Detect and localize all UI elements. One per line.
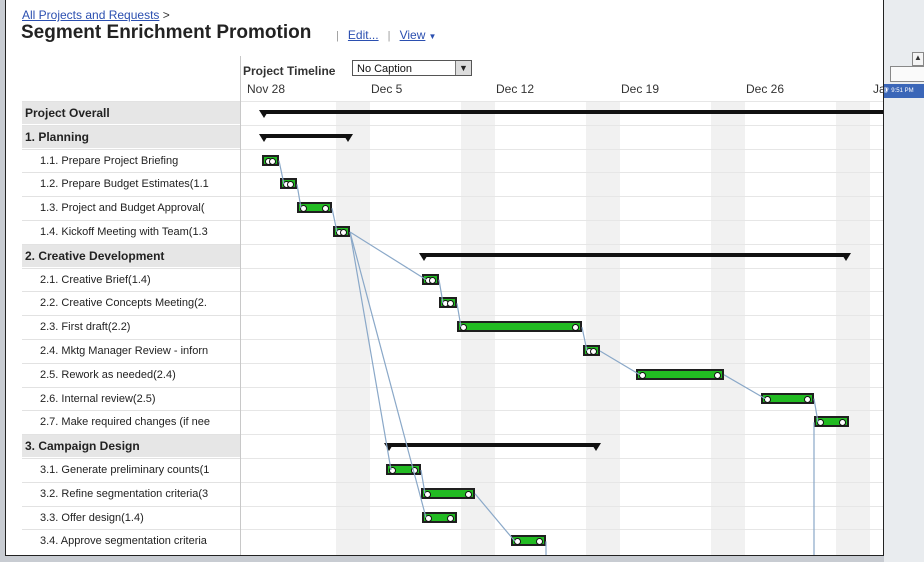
task-row[interactable]: 3.2. Refine segmentation criteria(3 bbox=[22, 481, 240, 505]
dependency-lines bbox=[278, 160, 819, 555]
task-row[interactable]: 2.2. Creative Concepts Meeting(2. bbox=[22, 291, 240, 314]
group-row[interactable]: 3. Campaign Design bbox=[22, 434, 240, 458]
dependency-line bbox=[349, 231, 427, 281]
chevron-down-icon[interactable]: ▼ bbox=[428, 32, 436, 41]
timeline-date-label: Dec 19 bbox=[621, 82, 660, 96]
dependency-line bbox=[456, 303, 462, 328]
scroll-up-icon[interactable]: ▲ bbox=[912, 52, 924, 66]
task-row[interactable]: 1.3. Project and Budget Approval( bbox=[22, 196, 240, 219]
timeline-label: Project Timeline bbox=[243, 64, 336, 78]
timeline-date-label: Dec 26 bbox=[746, 82, 785, 96]
timeline-date-label: Ja bbox=[873, 82, 883, 96]
chevron-down-icon[interactable]: ▼ bbox=[455, 61, 471, 75]
task-row[interactable]: 2.6. Internal review(2.5) bbox=[22, 386, 240, 410]
group-row[interactable]: 2. Creative Development bbox=[22, 243, 240, 267]
dependency-line bbox=[438, 279, 444, 304]
dependency-line bbox=[813, 398, 819, 423]
timeline-date-label: Dec 5 bbox=[371, 82, 403, 96]
timeline-date-header: Nov 28 Dec 5 Dec 12 Dec 19 Dec 26 Ja bbox=[241, 78, 883, 96]
dependency-line bbox=[474, 493, 516, 542]
task-row[interactable]: 2.4. Mktg Manager Review - inforn bbox=[22, 339, 240, 362]
dependency-line bbox=[349, 231, 392, 471]
task-row[interactable]: 1.1. Prepare Project Briefing bbox=[22, 148, 240, 172]
clock-text: 9:51 PM bbox=[891, 88, 914, 94]
dependency-line bbox=[278, 160, 285, 185]
task-row[interactable]: 2.5. Rework as needed(2.4) bbox=[22, 362, 240, 386]
caption-select[interactable]: No Caption ▼ bbox=[352, 60, 472, 76]
page-title: Segment Enrichment Promotion bbox=[21, 22, 312, 43]
pipe-divider: | bbox=[336, 30, 339, 42]
timeline-date-label: Dec 12 bbox=[496, 82, 535, 96]
dependency-line bbox=[420, 469, 426, 494]
dependency-line bbox=[296, 184, 302, 209]
view-menu-link[interactable]: View bbox=[400, 28, 426, 42]
task-row[interactable]: 2.1. Creative Brief(1.4) bbox=[22, 267, 240, 291]
group-row[interactable]: Project Overall bbox=[22, 101, 240, 124]
task-row[interactable]: 2.3. First draft(2.2) bbox=[22, 315, 240, 338]
group-row[interactable]: 1. Planning bbox=[22, 124, 240, 148]
main-window: All Projects and Requests > Segment Enri… bbox=[5, 0, 884, 556]
breadcrumb: All Projects and Requests > bbox=[22, 8, 170, 22]
taskbar-clock[interactable]: 🛡 9:51 PM bbox=[878, 84, 924, 98]
dependency-line bbox=[599, 350, 641, 376]
task-row[interactable]: 3.1. Generate preliminary counts(1 bbox=[22, 458, 240, 481]
dependency-line bbox=[581, 327, 588, 352]
task-row[interactable]: 3.4. Approve segmentation criteria bbox=[22, 529, 240, 552]
edit-link[interactable]: Edit... bbox=[348, 28, 379, 42]
task-row[interactable]: 1.4. Kickoff Meeting with Team(1.3 bbox=[22, 220, 240, 243]
gantt-chart bbox=[241, 101, 883, 555]
dependency-line bbox=[723, 374, 766, 400]
dependency-line bbox=[331, 208, 338, 233]
pipe-divider: | bbox=[387, 30, 391, 42]
caption-select-value: No Caption bbox=[357, 63, 413, 75]
breadcrumb-all-projects-link[interactable]: All Projects and Requests bbox=[22, 8, 159, 22]
title-actions: | Edit... | View ▼ bbox=[330, 28, 436, 42]
background-window-panel bbox=[890, 66, 924, 82]
dependency-line bbox=[349, 231, 427, 518]
task-row[interactable]: 1.2. Prepare Budget Estimates(1.1 bbox=[22, 172, 240, 195]
task-row[interactable]: 2.7. Make required changes (if nee bbox=[22, 410, 240, 433]
breadcrumb-separator: > bbox=[162, 8, 170, 22]
task-row[interactable]: 3.3. Offer design(1.4) bbox=[22, 505, 240, 529]
timeline-date-label: Nov 28 bbox=[247, 82, 286, 96]
